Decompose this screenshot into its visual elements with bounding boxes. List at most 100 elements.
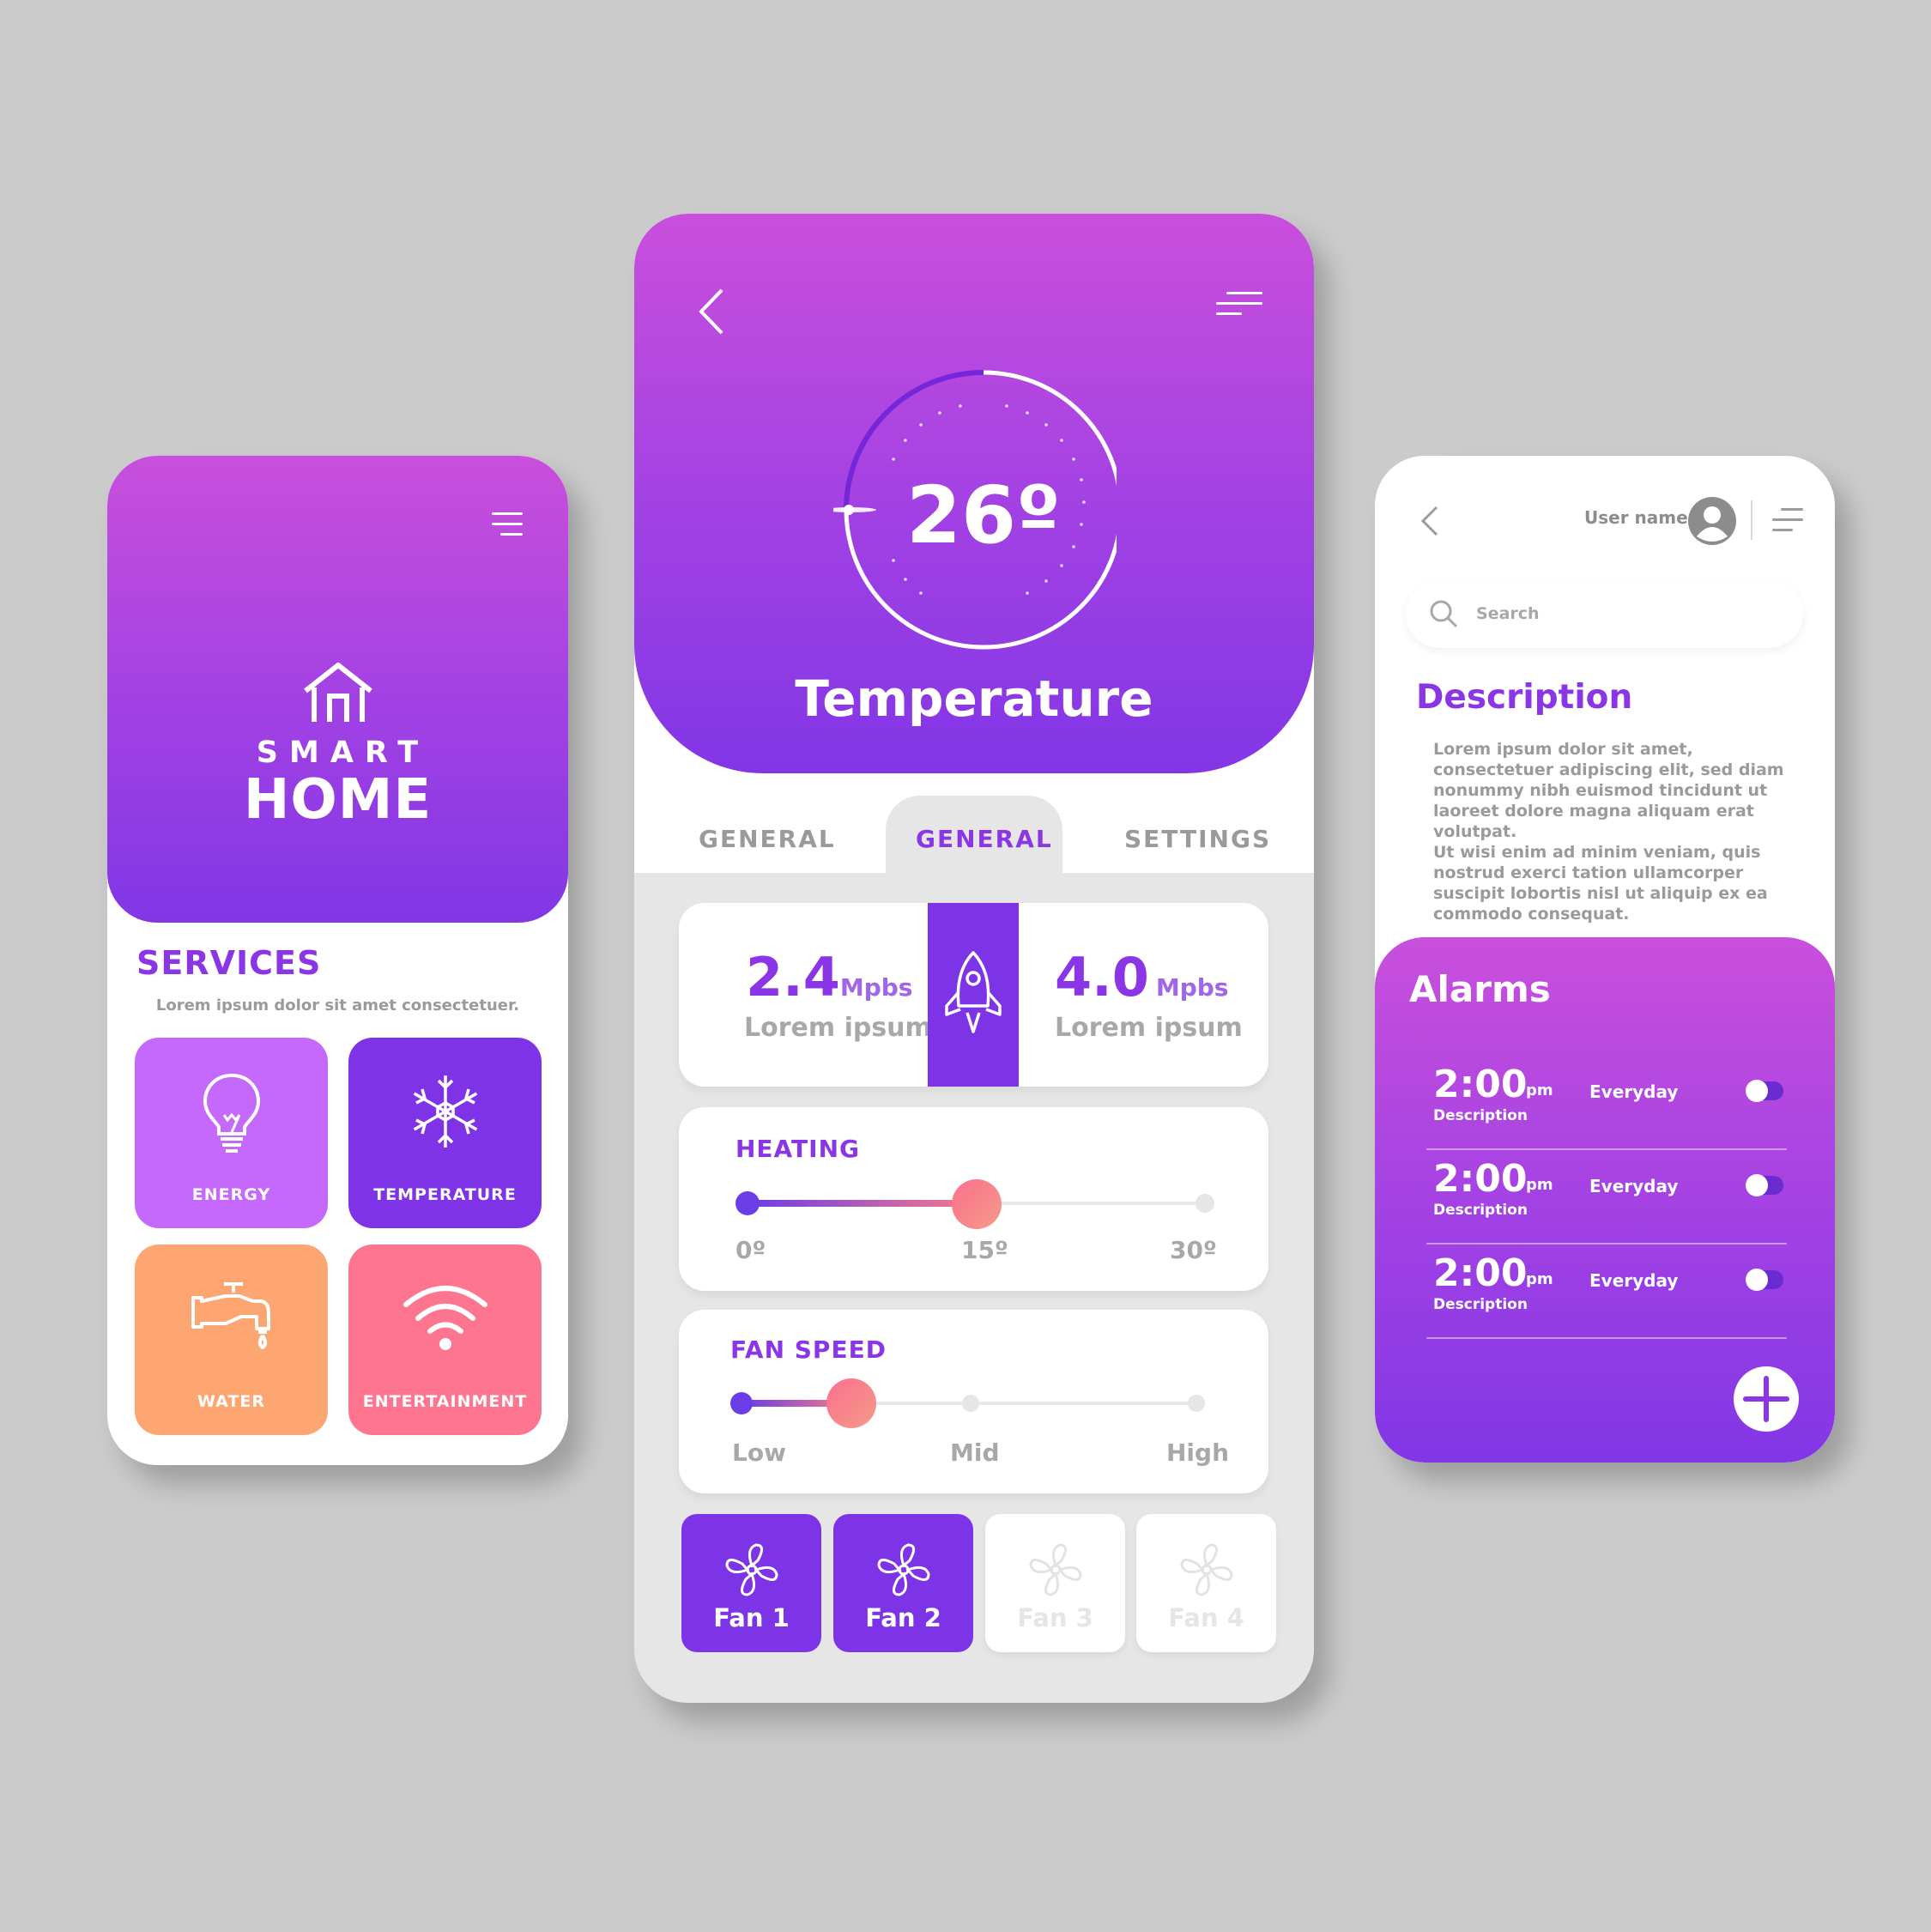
speed-left: 2.4Mpbs — [746, 946, 912, 1008]
lightbulb-icon — [203, 1073, 260, 1153]
heating-max-dot — [1196, 1194, 1214, 1213]
temperature-hero: 26º Temperature — [634, 214, 1314, 773]
tile-energy[interactable]: ENERGY — [135, 1038, 328, 1228]
fan-2-button[interactable]: Fan 2 — [833, 1514, 973, 1652]
smart-home-screen: SMART HOME SERVICES Lorem ipsum dolor si… — [107, 456, 568, 1465]
tile-water[interactable]: WATER — [135, 1245, 328, 1435]
menu-icon[interactable] — [1772, 508, 1803, 539]
fan-label: Fan 2 — [865, 1603, 941, 1632]
fan-speed-low-label: Low — [732, 1438, 786, 1467]
tile-entertainment[interactable]: ENTERTAINMENT — [348, 1245, 542, 1435]
speed-left-unit: Mpbs — [839, 973, 913, 1002]
fan-label: Fan 4 — [1168, 1603, 1244, 1632]
wifi-icon — [403, 1286, 487, 1350]
avatar-icon[interactable] — [1688, 497, 1736, 545]
header-divider — [1751, 500, 1752, 540]
back-arrow-icon[interactable] — [1419, 504, 1440, 538]
logo-line2: HOME — [243, 768, 433, 832]
search-bar[interactable] — [1406, 579, 1803, 648]
add-alarm-button[interactable] — [1734, 1366, 1799, 1432]
description-paragraph-2: Ut wisi enim ad minim veniam, quis nostr… — [1433, 843, 1768, 924]
house-icon — [303, 663, 372, 722]
alarm-ampm: pm — [1526, 1176, 1553, 1194]
boost-panel[interactable] — [928, 903, 1019, 1087]
temperature-screen: 26º Temperature GENERAL GENERAL SETTINGS… — [634, 214, 1314, 1703]
menu-icon[interactable] — [1216, 292, 1262, 323]
fan-1-button[interactable]: Fan 1 — [681, 1514, 821, 1652]
tile-label: ENERGY — [191, 1185, 271, 1204]
heating-min-dot — [735, 1191, 760, 1215]
fan-icon — [1028, 1543, 1082, 1596]
speed-card: 2.4Mpbs Lorem ipsum 4.0 Mpbs Lorem ipsum — [679, 903, 1268, 1087]
tab-settings[interactable]: SETTINGS — [1124, 825, 1271, 853]
speed-left-label: Lorem ipsum — [744, 1013, 932, 1043]
alarm-repeat: Everyday — [1589, 1081, 1679, 1102]
heating-max-label: 30º — [1170, 1236, 1217, 1264]
fan-label: Fan 1 — [713, 1603, 790, 1632]
tab-general-1[interactable]: GENERAL — [699, 825, 836, 853]
alarms-panel: Alarms 2:00 pm Description Everyday 2:00… — [1375, 937, 1835, 1463]
temperature-value: 26º — [906, 469, 1061, 561]
fan-3-button[interactable]: Fan 3 — [985, 1514, 1125, 1652]
search-input[interactable] — [1476, 600, 1768, 627]
speed-right-value: 4.0 — [1055, 946, 1149, 1008]
fan-icon — [724, 1543, 778, 1596]
heating-title: HEATING — [735, 1135, 860, 1163]
plus-icon — [1743, 1376, 1789, 1422]
fan-label: Fan 3 — [1017, 1603, 1093, 1632]
speed-right: 4.0 Mpbs — [1055, 946, 1228, 1008]
speed-right-label: Lorem ipsum — [1055, 1013, 1243, 1043]
alarm-row[interactable]: 2:00 pm Description Everyday — [1426, 1150, 1787, 1245]
alarm-desc: Description — [1433, 1296, 1528, 1313]
fan-speed-thumb[interactable] — [826, 1378, 876, 1428]
temperature-title: Temperature — [795, 669, 1153, 728]
username-label: User name — [1584, 507, 1688, 528]
alarm-desc: Description — [1433, 1202, 1528, 1219]
alarm-repeat: Everyday — [1589, 1176, 1679, 1196]
services-desc: Lorem ipsum dolor sit amet consectetuer. — [155, 996, 520, 1014]
alarm-repeat: Everyday — [1589, 1270, 1679, 1291]
description-paragraph-1: Lorem ipsum dolor sit amet, consectetuer… — [1433, 740, 1784, 841]
heating-thumb[interactable] — [952, 1179, 1002, 1229]
alarm-toggle[interactable] — [1746, 1269, 1783, 1291]
alarm-ampm: pm — [1526, 1270, 1553, 1288]
speed-right-unit: Mpbs — [1155, 973, 1229, 1002]
fan-speed-mid-dot — [962, 1395, 979, 1412]
alarm-desc: Description — [1433, 1107, 1528, 1124]
fan-speed-card: FAN SPEED Low Mid High — [679, 1310, 1268, 1493]
fan-icon — [1179, 1543, 1233, 1596]
toggle-knob — [1746, 1174, 1768, 1196]
search-icon — [1430, 600, 1458, 628]
heating-card: HEATING 0º 15º 30º — [679, 1107, 1268, 1291]
alarm-time: 2:00 — [1433, 1251, 1528, 1295]
tile-temperature[interactable]: TEMPERATURE — [348, 1038, 542, 1228]
toggle-knob — [1746, 1080, 1768, 1102]
alarms-screen: User name Description Lorem ipsum dolor … — [1375, 456, 1835, 1463]
heating-min-label: 0º — [735, 1236, 766, 1264]
fan-speed-min-dot — [730, 1392, 753, 1414]
alarm-time: 2:00 — [1433, 1157, 1528, 1201]
tab-general-2[interactable]: GENERAL — [916, 825, 1053, 853]
back-arrow-icon[interactable] — [696, 287, 727, 336]
fan-speed-high-label: High — [1166, 1438, 1230, 1467]
alarm-toggle[interactable] — [1746, 1080, 1783, 1102]
fan-speed-max-dot — [1188, 1395, 1205, 1412]
heating-fill — [748, 1200, 976, 1207]
faucet-icon — [191, 1282, 270, 1349]
menu-icon[interactable] — [492, 512, 523, 543]
tile-label: TEMPERATURE — [373, 1185, 517, 1204]
fan-speed-title: FAN SPEED — [730, 1335, 887, 1364]
alarm-row[interactable]: 2:00 pm Description Everyday — [1426, 1245, 1787, 1339]
tile-label: ENTERTAINMENT — [362, 1392, 528, 1411]
fan-4-button[interactable]: Fan 4 — [1136, 1514, 1276, 1652]
snowflake-icon — [413, 1075, 477, 1148]
alarm-ampm: pm — [1526, 1081, 1553, 1099]
description-title: Description — [1416, 678, 1633, 717]
alarm-row[interactable]: 2:00 pm Description Everyday — [1426, 1056, 1787, 1150]
speed-left-value: 2.4 — [746, 946, 840, 1008]
tile-label: WATER — [197, 1392, 265, 1411]
logo-line1: SMART — [256, 736, 430, 770]
alarm-toggle[interactable] — [1746, 1174, 1783, 1196]
alarm-time: 2:00 — [1433, 1063, 1528, 1106]
smart-home-logo: SMART HOME — [107, 662, 568, 832]
